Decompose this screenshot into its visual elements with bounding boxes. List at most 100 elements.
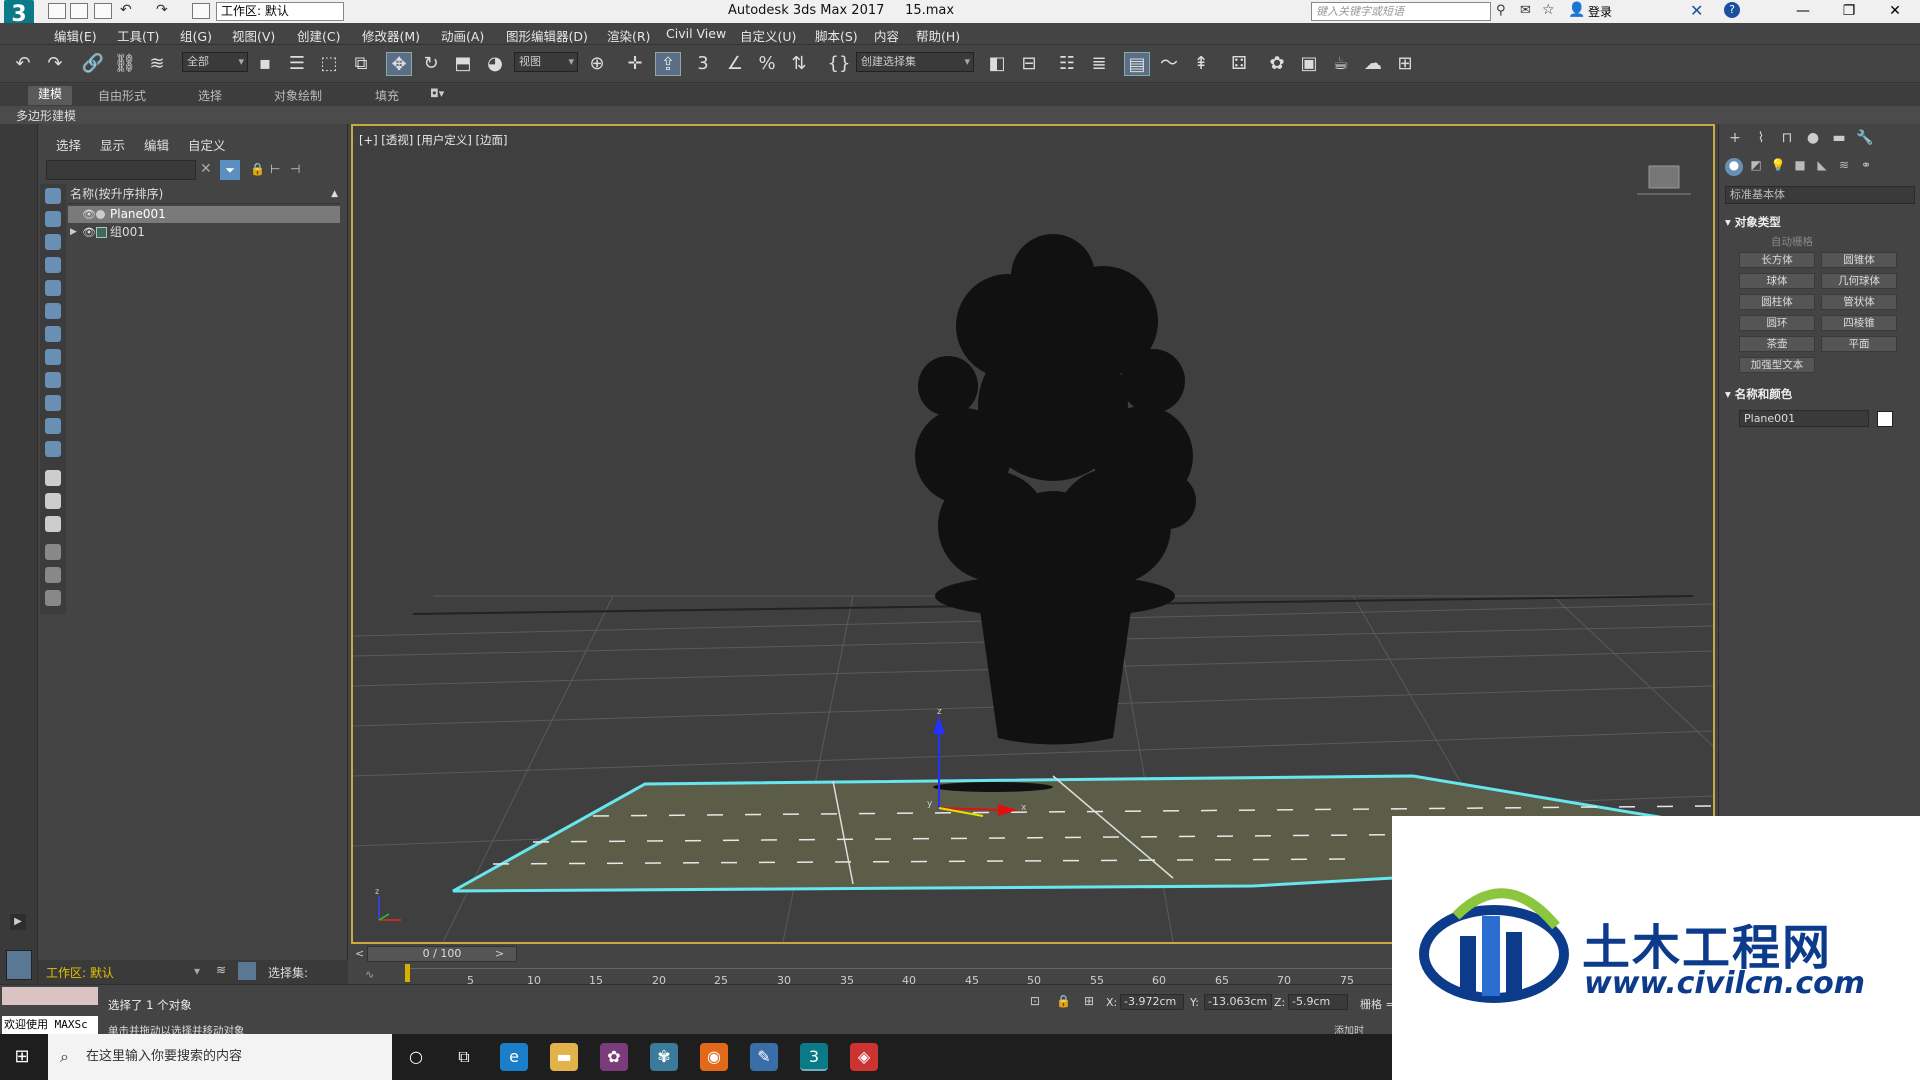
absolute-mode-icon[interactable]: ⊞ — [1084, 994, 1094, 1008]
menu-scripting[interactable]: 脚本(S) — [815, 26, 858, 45]
display-lights-icon[interactable] — [45, 234, 61, 250]
restore-button[interactable]: ❐ — [1826, 0, 1872, 23]
scene-menu-display[interactable]: 显示 — [100, 135, 125, 154]
mirror-icon[interactable]: ◧ — [984, 52, 1010, 76]
viewcube-icon[interactable] — [1637, 165, 1691, 195]
layer-icon[interactable] — [45, 590, 61, 606]
scene-filter-input[interactable] — [46, 160, 196, 180]
filter-icon[interactable]: ⏷ — [220, 160, 240, 180]
display-cameras-icon[interactable] — [45, 257, 61, 273]
user-icon[interactable]: 👤 — [1568, 2, 1585, 18]
display-spacewarps-icon[interactable] — [45, 303, 61, 319]
scene-menu-select[interactable]: 选择 — [56, 135, 81, 154]
geosphere-button[interactable]: 几何球体 — [1821, 273, 1897, 289]
polygon-modeling-label[interactable]: 多边形建模 — [16, 107, 76, 124]
ribbon-toggle-icon[interactable]: ▤ — [1124, 52, 1150, 76]
spacewarps-category-icon[interactable]: ≋ — [1835, 158, 1853, 176]
find-icon[interactable] — [45, 544, 61, 560]
menu-views[interactable]: 视图(V) — [232, 26, 275, 45]
3dsmax-taskbar-icon[interactable]: 3 — [800, 1043, 828, 1071]
display-geometry-icon[interactable] — [45, 188, 61, 204]
percent-snap-icon[interactable]: % — [754, 52, 780, 76]
shapes-category-icon[interactable]: ◩ — [1747, 158, 1765, 176]
edit-named-selection-icon[interactable]: {} — [826, 52, 852, 76]
tab-object-paint[interactable]: 对象绘制 — [264, 87, 332, 104]
systems-category-icon[interactable]: ⚭ — [1857, 158, 1875, 176]
auto-grid-checkbox[interactable]: 自动栅格 — [1771, 234, 1813, 249]
geometry-type-dropdown[interactable]: 标准基本体 — [1725, 186, 1915, 204]
workspace-dropdown-arrow-icon[interactable]: ▾ — [194, 964, 200, 978]
visibility-eye-icon[interactable]: 👁 — [82, 224, 96, 241]
potted-plant-group001[interactable] — [915, 234, 1196, 745]
object-type-rollout[interactable]: ▾ 对象类型 — [1725, 214, 1915, 230]
workspace-selector[interactable]: 工作区: 默认 — [46, 964, 114, 981]
curve-editor-icon[interactable]: 〜 — [1156, 52, 1182, 76]
display-shapes-icon[interactable] — [45, 211, 61, 227]
menu-rendering[interactable]: 渲染(R) — [607, 26, 650, 45]
notepad-icon[interactable]: ✎ — [750, 1043, 778, 1071]
menu-animation[interactable]: 动画(A) — [441, 26, 484, 45]
motion-tab-icon[interactable]: ● — [1803, 130, 1823, 148]
z-coordinate-field[interactable]: -5.9cm — [1288, 994, 1348, 1010]
next-frame-icon[interactable]: > — [495, 947, 504, 960]
scene-menu-edit[interactable]: 编辑 — [144, 135, 169, 154]
menu-modifiers[interactable]: 修改器(M) — [362, 26, 420, 45]
rendered-frame-window-icon[interactable]: ▣ — [1296, 52, 1322, 76]
maxscript-welcome[interactable]: 欢迎使用 MAXSc — [2, 1016, 98, 1034]
layer-explorer-icon[interactable]: ≣ — [1086, 52, 1112, 76]
scene-row-plane001[interactable]: 👁 Plane001 — [68, 206, 340, 223]
tab-populate[interactable]: 填充 — [365, 87, 409, 104]
display-xrefs-icon[interactable] — [45, 349, 61, 365]
display-frozen-icon[interactable] — [45, 418, 61, 434]
layers-icon[interactable]: ≋ — [216, 963, 226, 977]
viewport-label-menu[interactable]: [+] [透视] [用户定义] [边面] — [359, 132, 508, 148]
edge-browser-icon[interactable]: e — [500, 1043, 528, 1071]
material-editor-icon[interactable]: ⚃ — [1226, 52, 1252, 76]
ribbon-options-icon[interactable]: ◘▾ — [430, 87, 444, 100]
workspace-dropdown[interactable]: 工作区: 默认 — [216, 2, 344, 21]
prev-frame-icon[interactable]: < — [355, 947, 364, 960]
angle-snap-icon[interactable]: ∠ — [722, 52, 748, 76]
file-explorer-icon[interactable]: ▬ — [550, 1043, 578, 1071]
link-icon[interactable]: 🔗 — [80, 52, 106, 76]
display-helpers-icon[interactable] — [45, 280, 61, 296]
filter-funnel-icon[interactable] — [45, 567, 61, 583]
snaps-toggle-icon[interactable]: 3 — [690, 52, 716, 76]
window-crossing-icon[interactable]: ⧉ — [348, 52, 374, 76]
column-header-name[interactable]: 名称(按升序排序) ▲ — [68, 185, 340, 204]
app-icon-1[interactable]: ✿ — [600, 1043, 628, 1071]
bind-space-warp-icon[interactable]: ≋ — [144, 52, 170, 76]
menu-help[interactable]: 帮助(H) — [916, 26, 960, 45]
expand-arrow-icon[interactable]: ▶ — [10, 914, 26, 930]
scene-explorer-icon[interactable] — [238, 962, 256, 980]
cameras-category-icon[interactable]: ■ — [1791, 158, 1809, 176]
redo-icon[interactable]: ↷ — [42, 52, 68, 76]
helpers-category-icon[interactable]: ◣ — [1813, 158, 1831, 176]
render-production-icon[interactable]: ☕ — [1328, 52, 1354, 76]
display-groups-icon[interactable] — [45, 326, 61, 342]
utilities-tab-icon[interactable]: 🔧 — [1855, 130, 1875, 148]
select-and-scale-icon[interactable]: ⬒ — [450, 52, 476, 76]
keyboard-shortcut-icon[interactable]: ⇪ — [655, 52, 681, 76]
render-cloud-icon[interactable]: ☁ — [1360, 52, 1386, 76]
a360-gallery-icon[interactable]: ⊞ — [1392, 52, 1418, 76]
name-color-rollout[interactable]: ▾ 名称和颜色 — [1725, 386, 1915, 402]
scene-explorer-toggle-icon[interactable]: ☷ — [1054, 52, 1080, 76]
tab-selection[interactable]: 选择 — [188, 87, 232, 104]
modify-tab-icon[interactable]: ⌇ — [1751, 130, 1771, 148]
select-and-place-icon[interactable]: ◕ — [482, 52, 508, 76]
menu-content[interactable]: 内容 — [874, 26, 899, 45]
plane-button[interactable]: 平面 — [1821, 336, 1897, 352]
menu-graph-editors[interactable]: 图形编辑器(D) — [506, 26, 588, 45]
display-none-icon[interactable] — [45, 493, 61, 509]
display-all-icon[interactable] — [45, 470, 61, 486]
object-name-field[interactable]: Plane001 — [1739, 410, 1869, 427]
maxscript-listener-field[interactable] — [2, 987, 98, 1005]
select-by-name-icon[interactable]: ☰ — [284, 52, 310, 76]
menu-customize[interactable]: 自定义(U) — [740, 26, 796, 45]
tube-button[interactable]: 管状体 — [1821, 294, 1897, 310]
new-file-icon[interactable] — [48, 3, 66, 19]
display-containers-icon[interactable] — [45, 395, 61, 411]
lock-icon[interactable]: 🔒 — [250, 162, 265, 176]
reference-coordinate-dropdown[interactable]: 视图 — [514, 52, 578, 72]
